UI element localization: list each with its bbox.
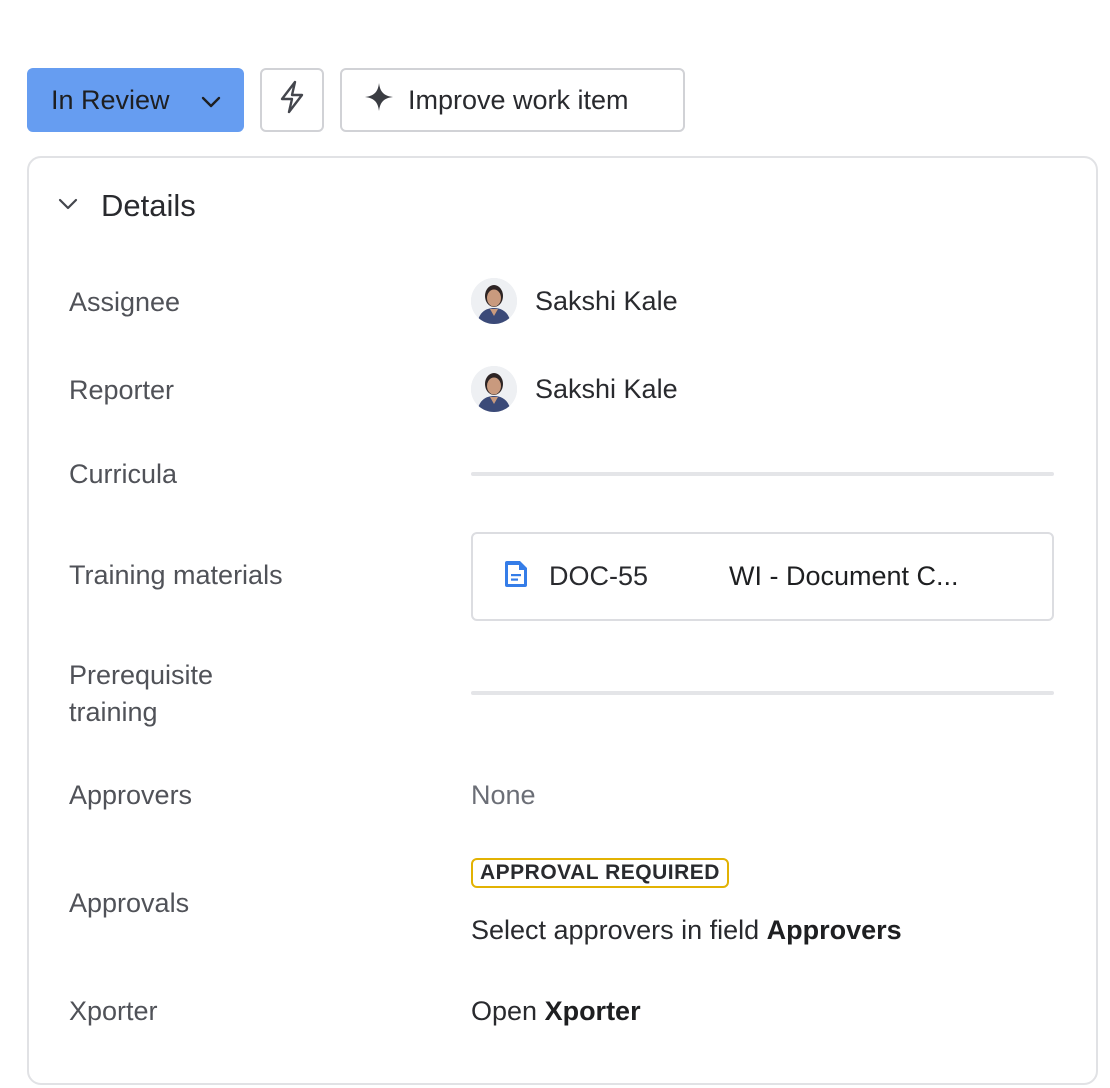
training-material-card[interactable]: DOC-55 WI - Document C... — [471, 532, 1054, 621]
prerequisite-label-line1: Prerequisite — [69, 660, 214, 690]
doc-key: DOC-55 — [549, 561, 649, 591]
xporter-value[interactable]: Open Xporter — [471, 996, 641, 1027]
assignee-label: Assignee — [69, 287, 181, 317]
details-title: Details — [101, 188, 196, 223]
prerequisite-label-line2: training — [69, 697, 158, 727]
curricula-empty-field[interactable] — [471, 472, 1054, 476]
approval-required-badge: APPROVAL REQUIRED — [471, 858, 729, 888]
chevron-down-icon — [57, 197, 79, 216]
automation-button[interactable] — [260, 68, 324, 132]
approvers-value[interactable]: None — [471, 780, 536, 811]
training-materials-label: Training materials — [69, 560, 283, 590]
approvals-label: Approvals — [69, 888, 190, 918]
approvers-field-link[interactable]: Approvers — [767, 915, 902, 945]
reporter-name: Sakshi Kale — [535, 373, 678, 404]
reporter-value[interactable]: Sakshi Kale — [471, 366, 678, 412]
status-label: In Review — [51, 84, 170, 115]
sparkle-icon — [364, 82, 394, 119]
approvals-value: APPROVAL REQUIRED — [471, 855, 729, 888]
avatar — [471, 278, 517, 324]
approvals-hint: Select approvers in field Approvers — [471, 915, 902, 946]
xporter-label: Xporter — [69, 996, 158, 1026]
toolbar: In Review Improve work item — [27, 68, 685, 132]
lightning-icon — [278, 80, 306, 121]
details-toggle[interactable]: Details — [57, 188, 196, 224]
approvers-label: Approvers — [69, 780, 193, 810]
document-icon — [501, 559, 531, 594]
prerequisite-empty-field[interactable] — [471, 691, 1054, 695]
approvals-hint-text: Select approvers in field — [471, 915, 767, 945]
improve-work-item-label: Improve work item — [408, 84, 629, 115]
avatar — [471, 366, 517, 412]
prerequisite-training-label: Prerequisite training — [69, 657, 213, 731]
assignee-value[interactable]: Sakshi Kale — [471, 278, 678, 324]
chevron-down-icon — [200, 85, 222, 116]
xporter-link[interactable]: Xporter — [545, 996, 641, 1026]
assignee-name: Sakshi Kale — [535, 285, 678, 316]
curricula-label: Curricula — [69, 459, 178, 489]
reporter-label: Reporter — [69, 375, 175, 405]
xporter-prefix: Open — [471, 996, 545, 1026]
doc-title: WI - Document C... — [729, 561, 959, 591]
details-panel: Details Assignee Sakshi Kale Reporter Sa… — [27, 156, 1098, 1085]
improve-work-item-button[interactable]: Improve work item — [340, 68, 685, 132]
status-dropdown-button[interactable]: In Review — [27, 68, 244, 132]
